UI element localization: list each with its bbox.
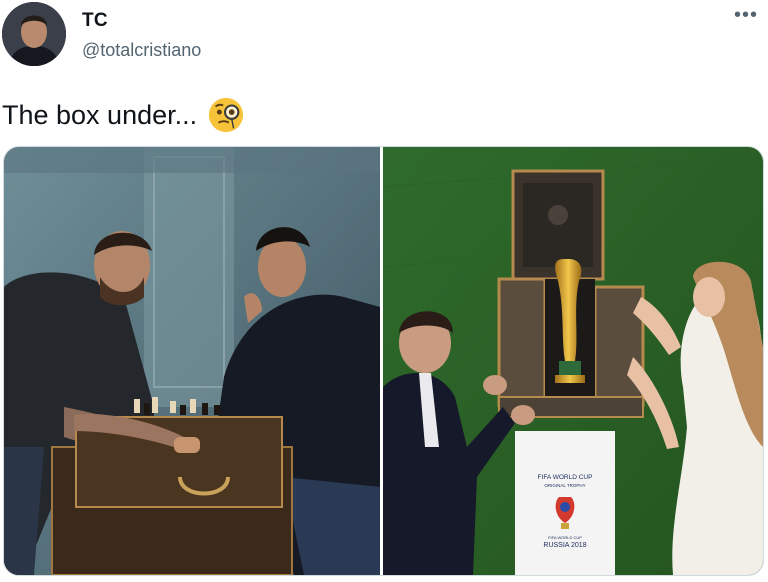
photo-chess-players[interactable] [4,147,380,575]
display-name[interactable]: TC [82,10,108,32]
pedestal-text-2: ORIGINAL TROPHY [544,483,585,488]
tweet-text: The box under... [2,100,198,130]
tweet-text-container: The box under... [2,96,245,134]
pedestal-text-4: RUSSIA 2018 [543,542,586,549]
face-with-monocle-icon [207,96,245,134]
tweet-media: FIFA WORLD CUP ORIGINAL TROPHY FIFA WORL… [3,146,764,576]
avatar[interactable] [2,2,66,66]
pedestal-text-3: FIFA WORLD CUP [548,535,582,540]
photo-trophy-presentation[interactable]: FIFA WORLD CUP ORIGINAL TROPHY FIFA WORL… [383,147,763,575]
user-handle[interactable]: @totalcristiano [82,40,201,61]
more-icon[interactable]: ••• [732,5,760,30]
pedestal-text-1: FIFA WORLD CUP [538,474,593,481]
